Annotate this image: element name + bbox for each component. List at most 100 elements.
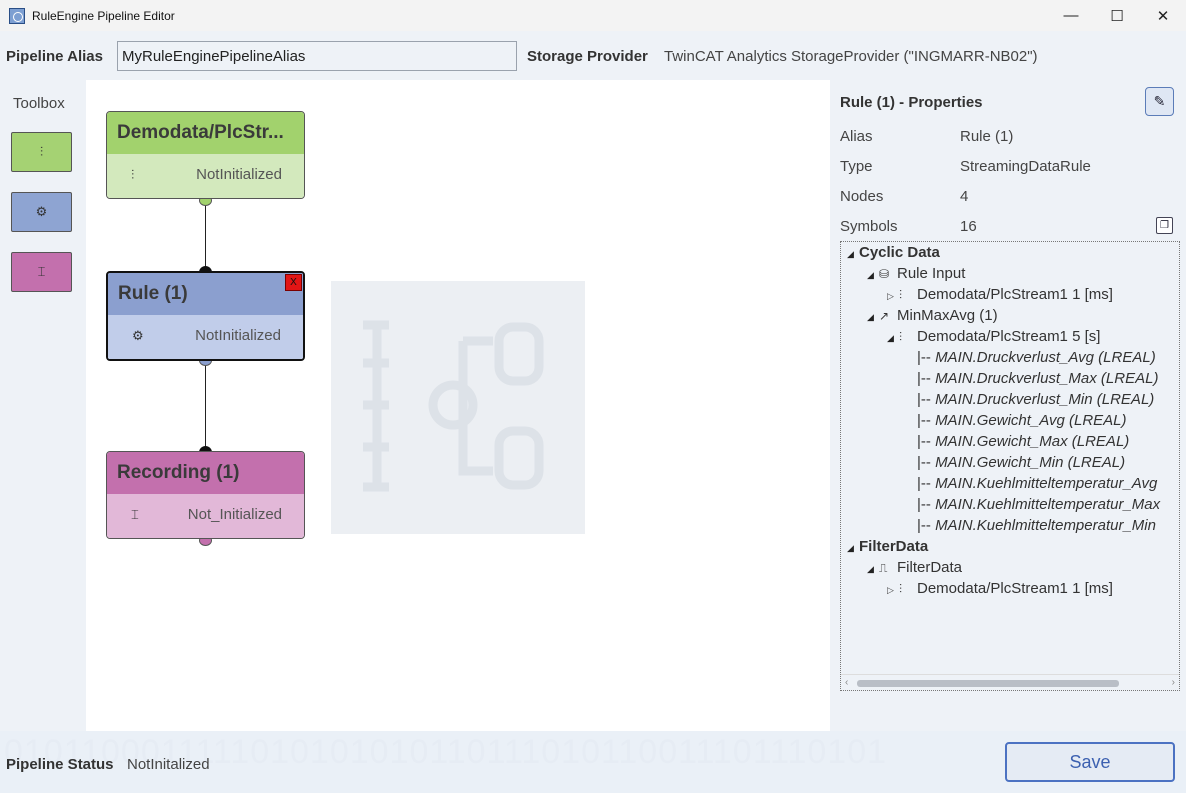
symbol-item: |-- MAIN.Kuehlmitteltemperatur_Max — [917, 496, 1160, 513]
tree-item-label: MAIN.Druckverlust_Max (LREAL) — [935, 370, 1159, 387]
pencil-icon: ✎ — [1153, 93, 1166, 109]
symbol-item: |-- MAIN.Kuehlmitteltemperatur_Avg — [917, 475, 1157, 492]
expanded-arrow-icon[interactable]: ◢ — [867, 312, 879, 323]
toolbox-label: Toolbox — [13, 95, 65, 112]
tree-branch-prefix: |-- — [917, 433, 936, 450]
close-window-button[interactable]: ✕ — [1140, 0, 1186, 31]
scroll-right-icon[interactable]: › — [1172, 677, 1175, 688]
symbol-tree[interactable]: ◢ Cyclic Data ◢ ⛁ Rule Input ▷ ⫶ Demodata/PlcSt… — [840, 241, 1180, 691]
maximize-button[interactable]: ☐ — [1094, 0, 1140, 31]
tree-branch-prefix: |-- — [917, 475, 936, 492]
tree-item-label: MinMaxAvg (1) — [897, 307, 998, 324]
tree-node[interactable]: ◢ ↗ MinMaxAvg (1) — [867, 307, 998, 324]
tree-item-label: MAIN.Kuehlmitteltemperatur_Max — [935, 496, 1161, 513]
tree-item-label: Demodata/PlcStream1 1 [ms] — [917, 580, 1113, 597]
node-body: ⌶ Not_Initialized — [107, 494, 304, 538]
property-label-alias: Alias — [840, 128, 873, 145]
symbols-expand-button[interactable]: ❐ — [1156, 217, 1173, 234]
scroll-left-icon[interactable]: ‹ — [845, 677, 848, 688]
expanded-arrow-icon[interactable]: ◢ — [847, 543, 859, 554]
toolbox-item-recording[interactable]: ⌶ — [11, 252, 72, 292]
collapsed-arrow-icon[interactable]: ▷ — [887, 585, 899, 596]
expanded-arrow-icon[interactable]: ◢ — [847, 249, 859, 260]
data-stream-icon: ⫶ — [131, 167, 135, 182]
tree-item-icon: ⎍ — [879, 561, 888, 575]
tree-branch-prefix: |-- — [917, 370, 936, 387]
pipeline-status-label: Pipeline Status — [6, 756, 114, 773]
scroll-thumb[interactable] — [857, 680, 1119, 687]
minimize-button[interactable]: — — [1048, 0, 1094, 31]
tree-item-label: Demodata/PlcStream1 5 [s] — [917, 328, 1101, 345]
tree-node[interactable]: ◢ ⛁ Rule Input — [867, 265, 965, 282]
tree-item-label: MAIN.Kuehlmitteltemperatur_Avg — [935, 475, 1158, 492]
tree-item-label: Rule Input — [897, 265, 966, 282]
recording-icon: ⌶ — [131, 507, 139, 522]
tree-item-label: FilterData — [859, 538, 929, 555]
tree-item-label: Cyclic Data — [859, 244, 940, 261]
pipeline-status-value: NotInitalized — [127, 756, 210, 773]
rule-gears-icon: ⚙ — [35, 204, 48, 219]
node-title: Demodata/PlcStr... — [107, 112, 304, 154]
tree-branch-prefix: |-- — [917, 496, 936, 513]
recording-node[interactable]: Recording (1) ⌶ Not_Initialized — [106, 451, 305, 539]
status-footer: 0101100011111010101010110111010110011101… — [0, 731, 1186, 793]
toolbox-item-rule-gears[interactable]: ⚙ — [11, 192, 72, 232]
rule-watermark-graphic — [331, 281, 585, 534]
tree-node[interactable]: ◢ Cyclic Data — [847, 244, 940, 261]
property-label-symbols: Symbols — [840, 218, 898, 235]
node-title: Recording (1) — [107, 452, 304, 494]
window-title: RuleEngine Pipeline Editor — [32, 8, 175, 23]
properties-panel: Rule (1) - Properties ✎ Alias Rule (1) Typ… — [832, 80, 1186, 731]
tree-item-icon: ⫶ — [899, 330, 903, 344]
storage-provider-label: Storage Provider — [527, 48, 648, 65]
pipeline-canvas[interactable]: Demodata/PlcStr... ⫶ NotInitialized Rule (1… — [86, 80, 830, 731]
connector-line — [205, 200, 206, 272]
delete-node-button[interactable]: X — [285, 274, 302, 291]
tree-branch-prefix: |-- — [917, 349, 936, 366]
tree-node[interactable]: ◢ ⫶ Demodata/PlcStream1 5 [s] — [887, 328, 1100, 345]
property-label-type: Type — [840, 158, 873, 175]
window-restore-icon: ❐ — [1160, 220, 1169, 231]
pipeline-header: Pipeline Alias Storage Provider TwinCAT … — [0, 31, 1186, 80]
tree-item-label: MAIN.Gewicht_Avg (LREAL) — [935, 412, 1127, 429]
rule-watermark-icon — [363, 320, 544, 492]
datasource-node[interactable]: Demodata/PlcStr... ⫶ NotInitialized — [106, 111, 305, 199]
property-value-alias: Rule (1) — [960, 128, 1014, 145]
tree-item-icon: ↗ — [879, 309, 890, 323]
expanded-arrow-icon[interactable]: ◢ — [867, 564, 879, 575]
storage-provider-value: TwinCAT Analytics StorageProvider ("INGM… — [664, 48, 1038, 65]
symbol-item: |-- MAIN.Kuehlmitteltemperatur_Min — [917, 517, 1156, 534]
tree-node[interactable]: ◢ ⎍ FilterData — [867, 559, 962, 576]
tree-node[interactable]: ▷ ⫶ Demodata/PlcStream1 1 [ms] — [887, 580, 1113, 597]
tree-branch-prefix: |-- — [917, 412, 936, 429]
tree-item-icon: ⫶ — [899, 288, 903, 302]
property-value-symbols: 16 — [960, 218, 977, 235]
symbol-item: |-- MAIN.Druckverlust_Max (LREAL) — [917, 370, 1158, 387]
collapsed-arrow-icon[interactable]: ▷ — [887, 291, 899, 302]
symbol-item: |-- MAIN.Druckverlust_Avg (LREAL) — [917, 349, 1156, 366]
tree-item-label: MAIN.Gewicht_Max (LREAL) — [935, 433, 1130, 450]
property-value-type: StreamingDataRule — [960, 158, 1091, 175]
node-status: NotInitialized — [196, 166, 282, 183]
data-stream-icon: ⫶ — [39, 144, 44, 159]
tree-horizontal-scrollbar[interactable]: ‹ › — [841, 674, 1179, 690]
node-status: Not_Initialized — [187, 506, 282, 523]
pipeline-alias-input[interactable] — [117, 41, 517, 71]
tree-item-label: MAIN.Kuehlmitteltemperatur_Min — [935, 517, 1156, 534]
save-button[interactable]: Save — [1005, 742, 1175, 782]
rule-node[interactable]: Rule (1) X ⚙ NotInitialized — [106, 271, 305, 361]
tree-item-label: Demodata/PlcStream1 1 [ms] — [917, 286, 1113, 303]
edit-button[interactable]: ✎ — [1145, 87, 1174, 116]
expanded-arrow-icon[interactable]: ◢ — [887, 333, 899, 344]
expanded-arrow-icon[interactable]: ◢ — [867, 270, 879, 281]
property-label-nodes: Nodes — [840, 188, 884, 205]
toolbox-item-data-stream[interactable]: ⫶ — [11, 132, 72, 172]
tree-node[interactable]: ◢ FilterData — [847, 538, 928, 555]
tree-item-label: MAIN.Druckverlust_Min (LREAL) — [935, 391, 1155, 408]
symbol-item: |-- MAIN.Gewicht_Min (LREAL) — [917, 454, 1125, 471]
tree-node[interactable]: ▷ ⫶ Demodata/PlcStream1 1 [ms] — [887, 286, 1113, 303]
property-value-nodes: 4 — [960, 188, 969, 205]
node-status: NotInitialized — [195, 327, 281, 344]
title-bar: RuleEngine Pipeline Editor — ☐ ✕ — [0, 0, 1186, 31]
node-title: Rule (1) — [108, 273, 303, 315]
